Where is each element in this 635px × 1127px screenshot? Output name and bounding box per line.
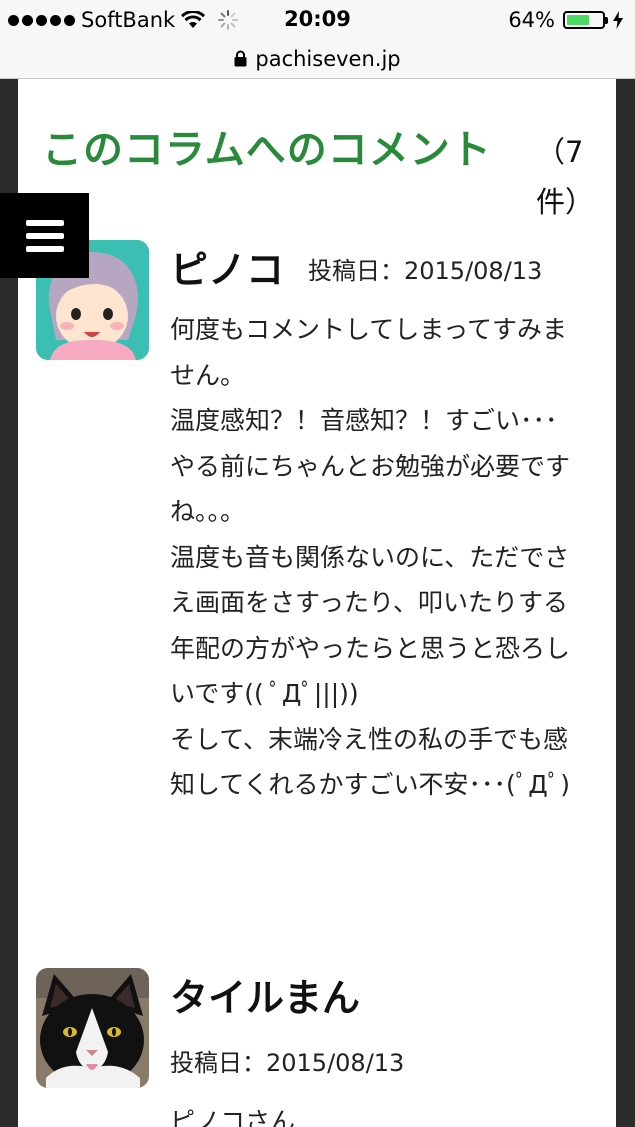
comment-date: 投稿日：2015/08/13 [170,1049,405,1077]
hamburger-menu-button[interactable] [0,193,89,278]
comment-author: ピノコ [170,248,285,292]
cat-avatar-icon [36,968,149,1088]
comment-paragraph: ピノコさん [170,1107,296,1127]
menu-bar [25,232,64,239]
screen: SoftBank 20:09 64% pachiseven.jp このコラムへの… [0,0,635,1127]
comment-body: 何度もコメントしてしまってすみません。 温度感知？！音感知？！すごい･･･ やる… [170,307,590,808]
comment-paragraph: 温度も音も関係ないのに、ただでさえ画面をさすったり、叩いたりする [170,542,570,618]
battery-level [567,15,589,25]
menu-bar [25,245,64,252]
comment-date: 投稿日：2015/08/13 [308,257,543,285]
comment-paragraph: 温度感知？！音感知？！すごい･･･ [170,406,558,435]
battery-percent: 64% [508,8,555,32]
comment-paragraph: やる前にちゃんとお勉強が必要ですね。。。 [170,451,571,527]
url-text: pachiseven.jp [255,47,401,71]
comment-body: ピノコさん [170,1099,590,1127]
menu-bar [25,219,64,226]
avatar [36,968,149,1088]
lock-icon [234,50,247,66]
address-bar[interactable]: pachiseven.jp [0,40,635,79]
battery-icon [563,11,608,29]
status-bar: SoftBank 20:09 64% [0,0,635,40]
comment-paragraph: 年配の方がやったらと思うと恐ろしいです(( ﾟДﾟ|||)) [170,633,571,709]
comments-section: このコラムへのコメント （7件） ピノコ 投稿日：2015/08/13 何度もコ… [18,79,616,1127]
comment-count: （7件） [536,135,595,219]
status-right: 64% [508,8,623,32]
comment-author: タイルまん [170,976,361,1020]
section-title: このコラムへのコメント [42,127,492,173]
charging-bolt-icon [613,11,623,29]
comment-paragraph: そして、末端冷え性の私の手でも感知してくれるかすごい不安･･･(ﾟДﾟ) [170,724,571,800]
comment-paragraph: 何度もコメントしてしまってすみません。 [170,315,568,390]
